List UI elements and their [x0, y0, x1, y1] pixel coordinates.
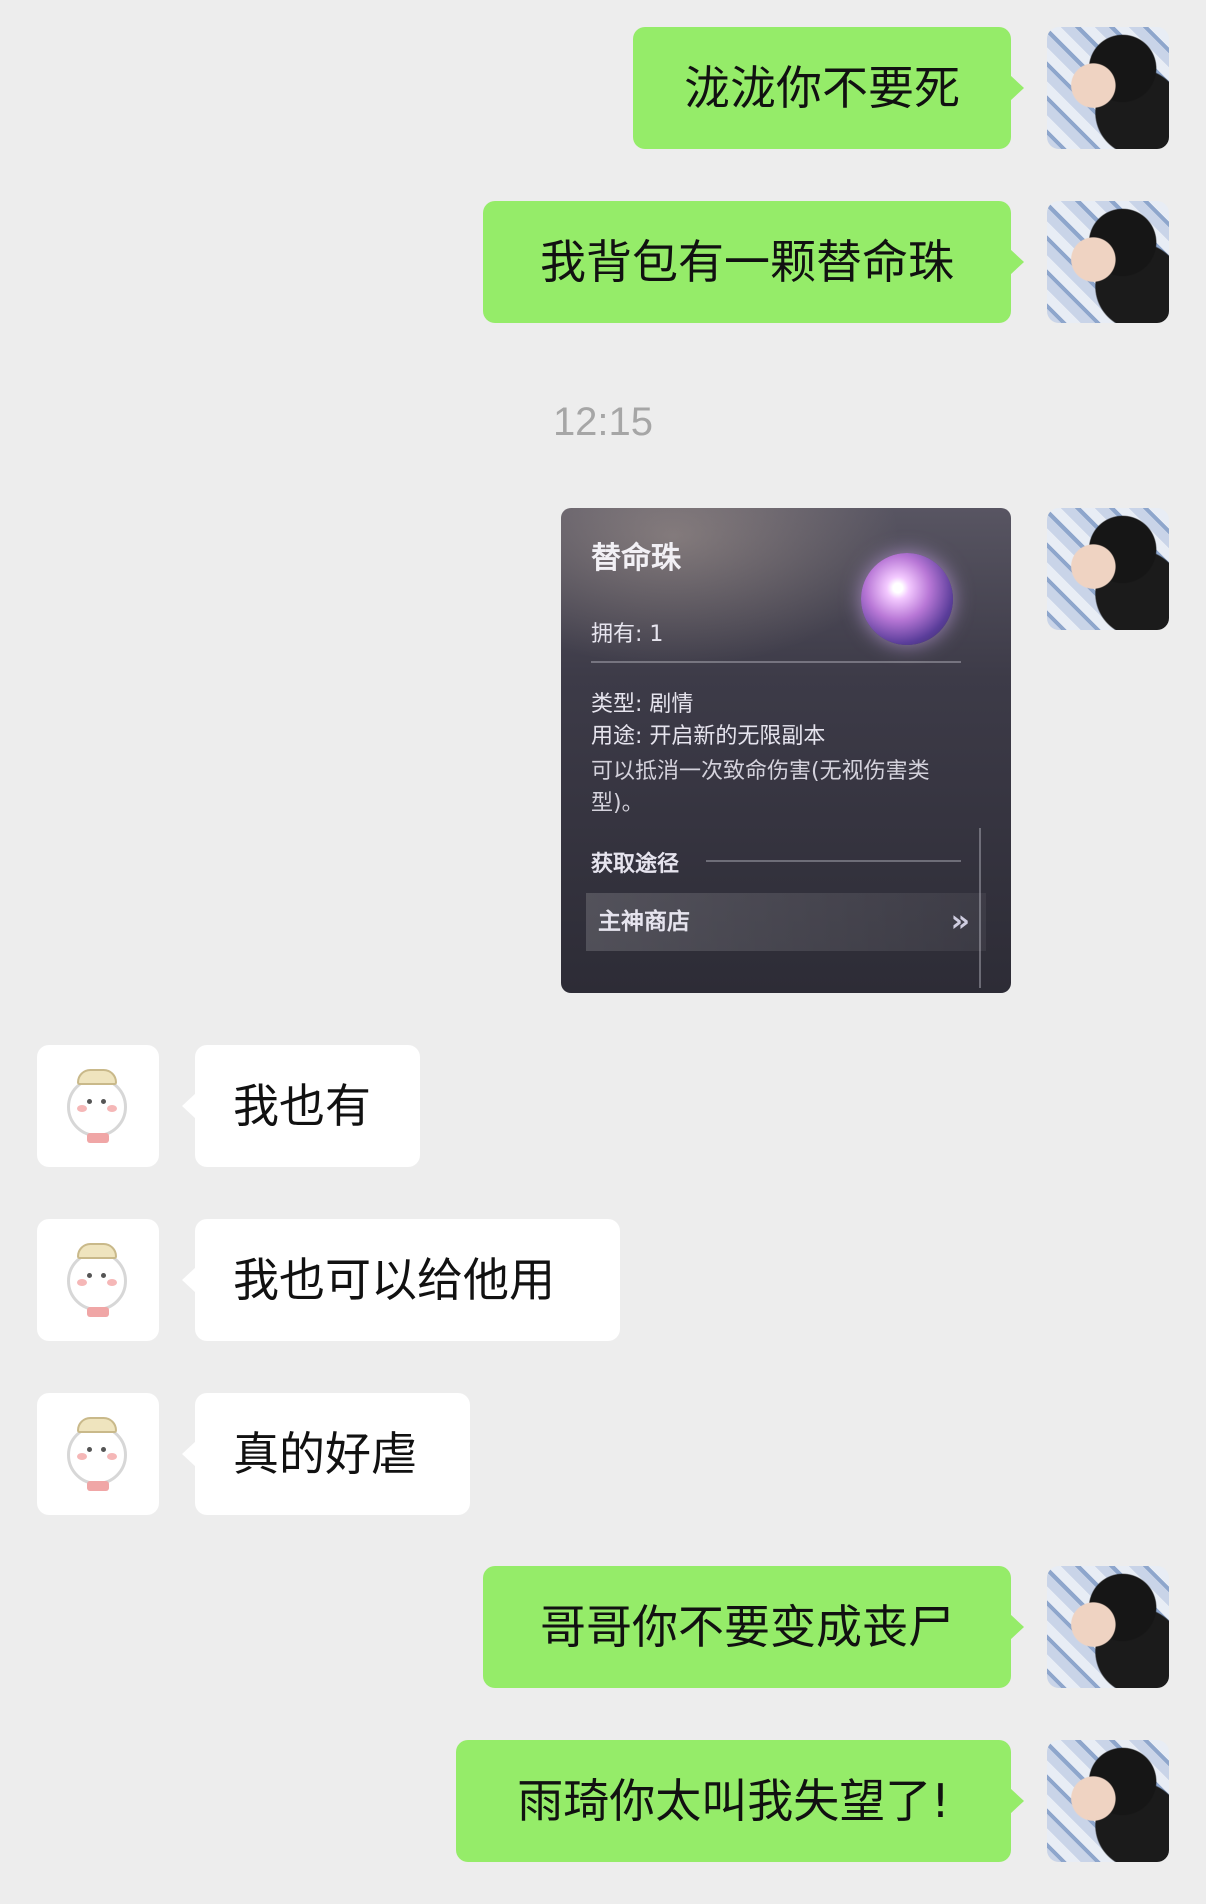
- card-scrollbar: [979, 828, 981, 988]
- my-avatar[interactable]: [1047, 201, 1169, 323]
- message-bubble[interactable]: 我也有: [182, 1045, 420, 1167]
- friend-avatar-cheek: [107, 1453, 117, 1460]
- friend-avatar-cheek: [77, 1453, 87, 1460]
- divider: [706, 860, 961, 862]
- item-use: 用途: 开启新的无限副本: [591, 724, 826, 749]
- message-bubble[interactable]: 哥哥你不要变成丧尸: [483, 1566, 1024, 1688]
- friend-avatar-hat: [77, 1243, 117, 1259]
- friend-avatar-cheek: [107, 1105, 117, 1112]
- orb-icon: [861, 553, 953, 645]
- friend-avatar-cheek: [77, 1105, 87, 1112]
- friend-avatar[interactable]: [37, 1393, 159, 1515]
- friend-avatar[interactable]: [37, 1219, 159, 1341]
- friend-avatar-cheek: [77, 1279, 87, 1286]
- friend-avatar-eye: [101, 1099, 106, 1104]
- friend-avatar-eye: [87, 1099, 92, 1104]
- friend-avatar-face: [67, 1251, 127, 1311]
- my-avatar[interactable]: [1047, 27, 1169, 149]
- message-bubble[interactable]: 雨琦你太叫我失望了!: [456, 1740, 1024, 1862]
- item-title: 替命珠: [591, 541, 681, 576]
- friend-avatar-eye: [87, 1273, 92, 1278]
- message-bubble[interactable]: 我也可以给他用: [182, 1219, 620, 1341]
- my-avatar[interactable]: [1047, 1566, 1169, 1688]
- friend-avatar-tag: [87, 1133, 109, 1143]
- friend-avatar-face: [67, 1077, 127, 1137]
- item-description: 可以抵消一次致命伤害(无视伤害类型)。: [591, 759, 930, 816]
- friend-avatar-hat: [77, 1417, 117, 1433]
- timestamp: 12:15: [552, 400, 654, 444]
- my-avatar[interactable]: [1047, 1740, 1169, 1862]
- friend-avatar-face: [67, 1425, 127, 1485]
- friend-avatar-cheek: [107, 1279, 117, 1286]
- friend-avatar-eye: [87, 1447, 92, 1452]
- message-bubble[interactable]: 我背包有一颗替命珠: [483, 201, 1024, 323]
- my-avatar[interactable]: [1047, 508, 1169, 630]
- chevron-right-icon: »: [950, 904, 970, 939]
- friend-avatar-eye: [101, 1273, 106, 1278]
- source-shop-label: 主神商店: [598, 909, 690, 935]
- message-bubble[interactable]: 真的好虐: [182, 1393, 470, 1515]
- item-owned: 拥有: 1: [591, 622, 664, 647]
- item-type: 类型: 剧情: [591, 692, 694, 717]
- divider: [591, 661, 961, 663]
- message-bubble[interactable]: 泷泷你不要死: [633, 27, 1024, 149]
- friend-avatar-hat: [77, 1069, 117, 1085]
- source-label: 获取途径: [591, 852, 680, 877]
- friend-avatar-eye: [101, 1447, 106, 1452]
- friend-avatar-tag: [87, 1481, 109, 1491]
- source-shop-entry: 主神商店 »: [586, 893, 986, 951]
- item-card-image[interactable]: 替命珠 拥有: 1 类型: 剧情 用途: 开启新的无限副本 可以抵消一次致命伤害…: [561, 508, 1011, 993]
- friend-avatar-tag: [87, 1307, 109, 1317]
- friend-avatar[interactable]: [37, 1045, 159, 1167]
